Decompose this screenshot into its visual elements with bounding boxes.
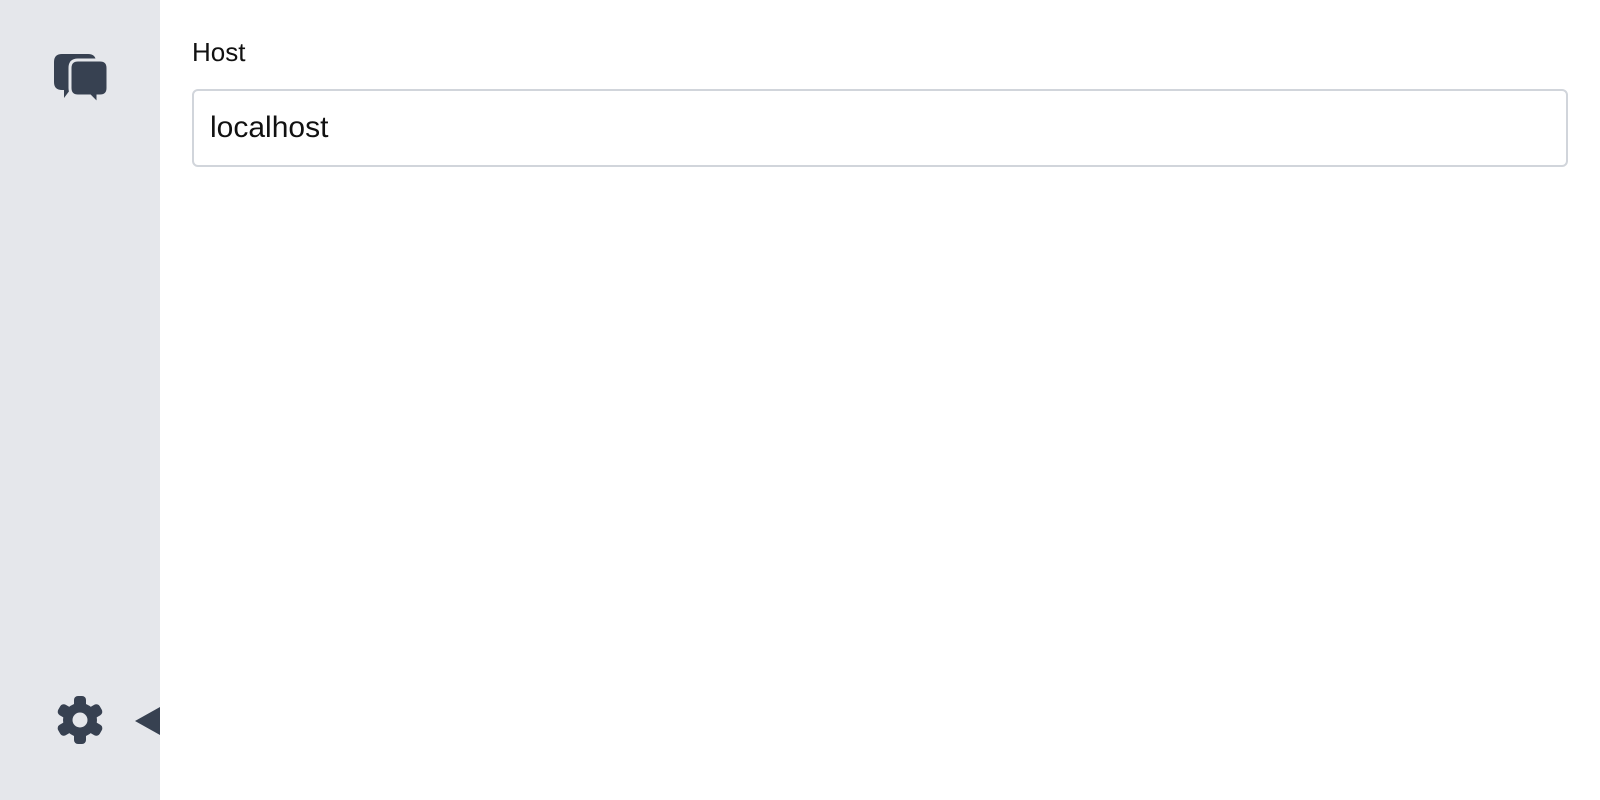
active-nav-indicator: [135, 707, 160, 735]
host-input[interactable]: [192, 89, 1568, 167]
settings-panel: Host: [160, 0, 1600, 800]
chat-bubbles-icon: [54, 54, 110, 108]
host-label: Host: [192, 37, 246, 67]
gear-icon: [57, 696, 103, 744]
sidebar-item-chat[interactable]: [40, 40, 120, 120]
sidebar-item-settings[interactable]: [40, 680, 120, 760]
sidebar: [0, 0, 160, 800]
app-window: Host: [0, 0, 1600, 800]
